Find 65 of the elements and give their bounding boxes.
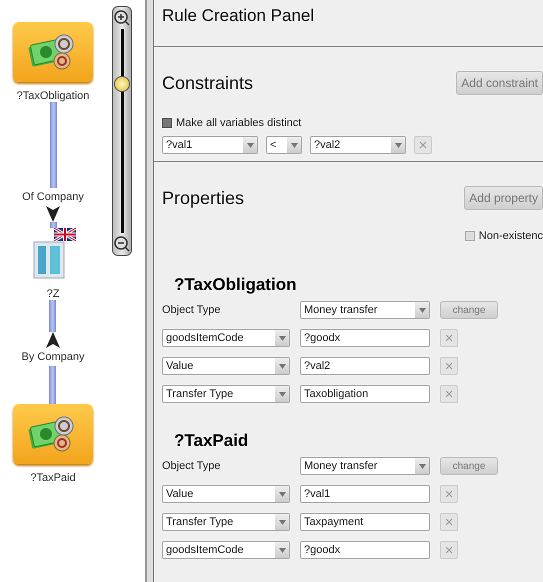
remove-button[interactable] bbox=[440, 485, 458, 503]
close-icon bbox=[445, 490, 453, 498]
caret-icon bbox=[278, 364, 286, 368]
zoom-in-icon[interactable] bbox=[114, 10, 130, 26]
value-field[interactable]: ?val2 bbox=[300, 357, 430, 375]
caret-icon bbox=[418, 308, 426, 312]
caret-icon bbox=[278, 336, 286, 340]
type-select[interactable]: Money transfer bbox=[300, 457, 430, 475]
close-icon bbox=[445, 390, 453, 398]
section-heading: Constraints bbox=[162, 72, 254, 94]
close-icon bbox=[445, 518, 453, 526]
checkbox[interactable] bbox=[464, 231, 475, 241]
field-label: Object Type bbox=[162, 304, 222, 316]
splitter[interactable] bbox=[145, 0, 154, 582]
value-field[interactable]: Taxpayment bbox=[300, 513, 430, 531]
checkbox-label: Non-existenc bbox=[478, 230, 543, 242]
operator-select[interactable]: < bbox=[266, 136, 302, 154]
caret-icon bbox=[418, 464, 426, 468]
money-node[interactable] bbox=[13, 22, 93, 82]
checkbox-label: Make all variables distinct bbox=[176, 117, 302, 129]
caret-icon bbox=[246, 142, 254, 148]
property-select[interactable]: goodsItemCode bbox=[162, 329, 290, 347]
panel-title: Rule Creation Panel bbox=[162, 6, 314, 25]
slider-thumb[interactable] bbox=[114, 76, 130, 92]
property-select[interactable]: Value bbox=[162, 485, 290, 503]
variable-select[interactable]: ?val2 bbox=[310, 136, 406, 154]
close-icon bbox=[445, 362, 453, 370]
node-label: ?Z bbox=[46, 288, 60, 300]
caret-icon bbox=[290, 142, 298, 148]
remove-button[interactable] bbox=[440, 385, 458, 403]
property-select[interactable]: Transfer Type bbox=[162, 513, 290, 531]
money-node[interactable] bbox=[13, 404, 93, 464]
value-field[interactable]: Taxobligation bbox=[300, 385, 430, 403]
object-heading: ?TaxObligation bbox=[174, 275, 298, 295]
value-field[interactable]: ?val1 bbox=[300, 485, 430, 503]
close-icon bbox=[419, 141, 427, 149]
node-label: ?TaxPaid bbox=[30, 472, 76, 484]
remove-button[interactable] bbox=[440, 357, 458, 375]
remove-button[interactable] bbox=[440, 513, 458, 531]
caret-icon bbox=[278, 392, 286, 396]
remove-button[interactable] bbox=[440, 541, 458, 559]
zoom-out-icon[interactable] bbox=[114, 236, 130, 252]
node-label: ?TaxObligation bbox=[16, 90, 90, 102]
checkbox[interactable] bbox=[162, 118, 172, 128]
close-icon bbox=[445, 334, 453, 342]
property-select[interactable]: goodsItemCode bbox=[162, 541, 290, 559]
close-icon bbox=[445, 546, 453, 554]
remove-button[interactable] bbox=[440, 329, 458, 347]
caret-icon bbox=[278, 492, 286, 496]
section-heading: Properties bbox=[162, 188, 244, 208]
type-select[interactable]: Money transfer bbox=[300, 301, 430, 319]
caret-icon bbox=[278, 520, 286, 524]
value-field[interactable]: ?goodx bbox=[300, 329, 430, 347]
remove-button[interactable] bbox=[414, 136, 432, 154]
caret-icon bbox=[394, 142, 402, 148]
caret-icon bbox=[278, 548, 286, 552]
object-heading: ?TaxPaid bbox=[174, 431, 250, 451]
value-field[interactable]: ?goodx bbox=[300, 541, 430, 559]
field-label: Object Type bbox=[162, 460, 222, 472]
variable-select[interactable]: ?val1 bbox=[162, 136, 258, 154]
arrow-up-icon bbox=[46, 332, 60, 348]
property-select[interactable]: Value bbox=[162, 357, 290, 375]
zoom-slider[interactable] bbox=[112, 6, 132, 256]
arrow-down-icon bbox=[46, 206, 60, 222]
property-select[interactable]: Transfer Type bbox=[162, 385, 290, 403]
